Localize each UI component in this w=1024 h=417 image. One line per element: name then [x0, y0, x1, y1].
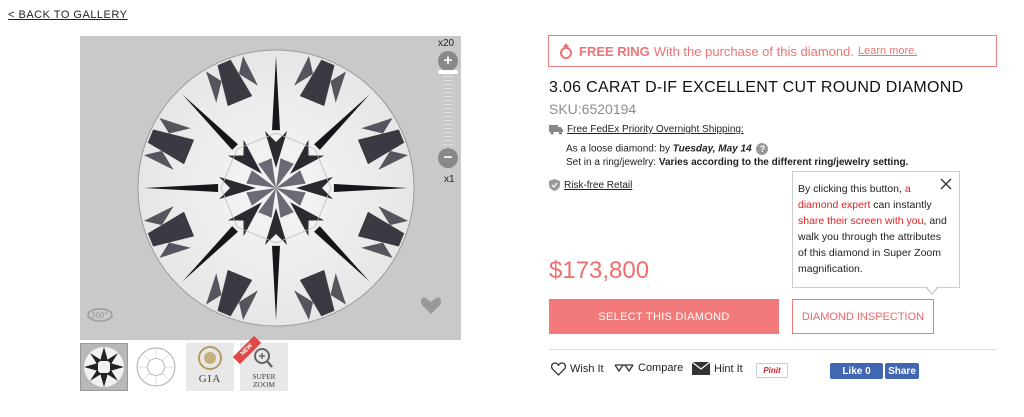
thumbnail-diamond-photo[interactable]: [80, 343, 128, 391]
zoom-min-label: x1: [444, 174, 455, 185]
ring-icon: [560, 43, 572, 59]
close-icon[interactable]: [940, 178, 952, 190]
compare-button[interactable]: Compare: [614, 362, 683, 374]
thumbnail-gia-certificate[interactable]: GIA: [186, 343, 234, 391]
tooltip-arrow-inner: [926, 286, 938, 293]
shield-check-icon: [549, 179, 560, 191]
diamond-image: [137, 49, 415, 327]
envelope-icon: [692, 362, 710, 375]
diamond-inspection-button[interactable]: DIAMOND INSPECTION: [792, 299, 934, 334]
zoom-max-label: x20: [438, 38, 455, 49]
help-icon[interactable]: ?: [756, 143, 769, 155]
risk-free-retail-link[interactable]: Risk-free Retail: [549, 179, 632, 191]
thumbnail-super-zoom[interactable]: NEW SUPER ZOOM: [232, 335, 288, 391]
wish-it-button[interactable]: Wish It: [551, 362, 604, 376]
zoom-out-button[interactable]: −: [438, 148, 458, 168]
inspection-tooltip: By clicking this button, a diamond exper…: [792, 171, 960, 288]
gia-label: GIA: [198, 373, 222, 385]
truck-icon: [549, 125, 563, 135]
divider: [549, 349, 997, 350]
promo-text: With the purchase of this diamond.: [653, 43, 854, 59]
hint-it-button[interactable]: Hint It: [692, 362, 743, 375]
heart-hand-icon[interactable]: [418, 292, 444, 323]
free-ring-promo: FREE RING With the purchase of this diam…: [548, 35, 997, 67]
rotate-360-icon[interactable]: 360°: [86, 301, 114, 330]
super-zoom-label: SUPER ZOOM: [252, 372, 276, 389]
thumbnail-diamond-outline[interactable]: [132, 343, 180, 391]
select-diamond-button[interactable]: SELECT THIS DIAMOND: [549, 299, 779, 334]
heart-icon: [551, 362, 566, 376]
back-to-gallery-link[interactable]: < BACK TO GALLERY: [8, 9, 127, 21]
shipping-heading: Free FedEx Priority Overnight Shipping:: [549, 124, 744, 135]
rotate-360-label: 360°: [91, 311, 108, 320]
zoom-slider-handle[interactable]: [438, 70, 458, 74]
diamond-viewer[interactable]: x20 + − x1 360°: [80, 36, 461, 340]
compare-icon: [614, 364, 634, 373]
pinterest-pinit-button[interactable]: Pinit: [756, 363, 788, 378]
zoom-in-button[interactable]: +: [438, 51, 458, 71]
facebook-share-button[interactable]: Share: [885, 363, 919, 379]
learn-more-link[interactable]: Learn more.: [858, 45, 917, 57]
loose-diamond-shipping: As a loose diamond: by Tuesday, May 14 ?: [566, 143, 769, 155]
facebook-like-button[interactable]: Like 0: [830, 363, 883, 379]
gia-seal-icon: [198, 346, 222, 370]
promo-bold-text: FREE RING: [579, 43, 650, 59]
product-price: $173,800: [549, 257, 650, 284]
setting-shipping: Set in a ring/jewelry: Varies according …: [566, 157, 909, 168]
diamond-outline-icon: [136, 347, 176, 387]
product-title: 3.06 CARAT D-IF EXCELLENT CUT ROUND DIAM…: [549, 79, 964, 96]
product-sku: SKU:6520194: [549, 101, 637, 117]
zoom-slider-track[interactable]: [443, 72, 453, 152]
